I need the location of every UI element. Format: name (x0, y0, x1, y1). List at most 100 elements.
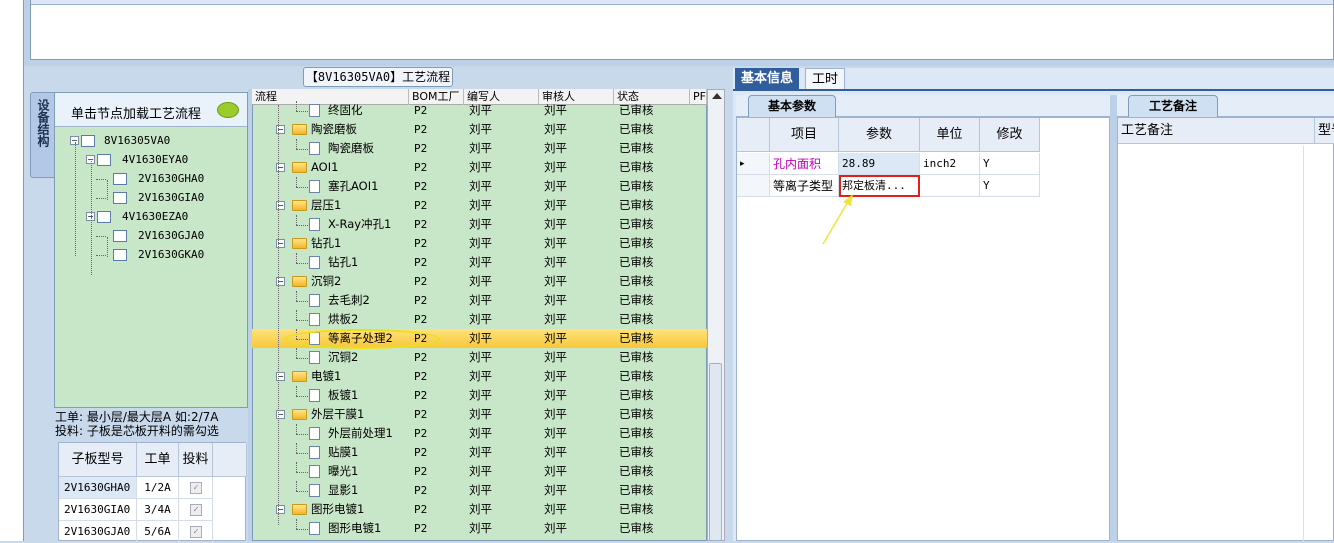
process-reviewer: 刘平 (544, 445, 567, 459)
sub-grid-feed-cell: ✓ (179, 499, 213, 521)
process-row[interactable]: − 沉铜2 P2 刘平 刘平 已审核 (252, 272, 707, 291)
process-name: AOI1 (311, 160, 339, 174)
process-status: 已审核 (619, 483, 654, 497)
params-row-header (737, 118, 770, 152)
process-name: 外层前处理1 (328, 426, 393, 440)
params-header-cell[interactable]: 参数 (839, 118, 920, 152)
sub-grid-order-cell[interactable]: 3/4A (137, 499, 179, 521)
process-reviewer: 刘平 (544, 274, 567, 288)
tree-node-label: 2V1630GIA0 (138, 191, 205, 204)
sub-grid-header[interactable]: 投料 (179, 443, 213, 477)
process-name: 去毛刺2 (328, 293, 370, 307)
tree-connector (296, 177, 297, 187)
param-modify[interactable]: Y (980, 153, 1040, 175)
node-icon (113, 173, 127, 185)
node-icon (97, 211, 111, 223)
document-icon (309, 256, 320, 269)
document-icon (309, 313, 320, 326)
process-status: 已审核 (619, 293, 654, 307)
process-row[interactable]: 曝光1 P2 刘平 刘平 已审核 (252, 462, 707, 481)
process-row[interactable]: − 钻孔1 P2 刘平 刘平 已审核 (252, 234, 707, 253)
param-unit: inch2 (920, 153, 980, 175)
sub-grid-order-cell[interactable]: 5/6A (137, 521, 179, 543)
tree-connector (296, 491, 308, 492)
process-row[interactable]: 陶瓷磨板 P2 刘平 刘平 已审核 (252, 139, 707, 158)
process-row[interactable]: 沉铜2 P2 刘平 刘平 已审核 (252, 348, 707, 367)
sub-grid-model-cell[interactable]: 2V1630GHA0 (59, 477, 137, 499)
tree-connector (96, 255, 106, 256)
process-scrollbar-thumb[interactable] (709, 363, 722, 541)
tree-node[interactable]: 2V1630GJA0 (60, 227, 240, 245)
process-row[interactable]: 贴膜1 P2 刘平 刘平 已审核 (252, 443, 707, 462)
param-value[interactable]: 28.89 (839, 153, 920, 175)
tree-node[interactable]: −8V16305VA0 (60, 132, 240, 150)
tree-node[interactable]: 2V1630GKA0 (60, 246, 240, 264)
process-row[interactable]: 外层前处理1 P2 刘平 刘平 已审核 (252, 424, 707, 443)
tree-connector (296, 348, 297, 358)
process-row[interactable]: X-Ray冲孔1 P2 刘平 刘平 已审核 (252, 215, 707, 234)
tab-basic-params[interactable]: 基本参数 (748, 95, 836, 117)
process-name: 沉铜2 (311, 274, 342, 288)
process-row[interactable]: 显影1 P2 刘平 刘平 已审核 (252, 481, 707, 500)
feed-checkbox[interactable]: ✓ (190, 504, 202, 516)
comment-bubble-icon[interactable] (217, 102, 239, 118)
process-reviewer: 刘平 (544, 483, 567, 497)
process-writer: 刘平 (469, 464, 492, 478)
process-name: 陶瓷磨板 (311, 122, 357, 136)
feed-checkbox[interactable]: ✓ (190, 526, 202, 538)
remarks-scrollbar[interactable] (1303, 146, 1315, 542)
process-row[interactable]: 终固化 P2 刘平 刘平 已审核 (252, 101, 707, 120)
sub-grid-model-cell[interactable]: 2V1630GJA0 (59, 521, 137, 543)
process-row[interactable]: − 陶瓷磨板 P2 刘平 刘平 已审核 (252, 120, 707, 139)
process-row[interactable]: 图形电镀1 P2 刘平 刘平 已审核 (252, 519, 707, 538)
process-writer: 刘平 (469, 502, 492, 516)
sub-grid-header[interactable]: 工单 (137, 443, 179, 477)
process-status: 已审核 (619, 198, 654, 212)
tab-remarks[interactable]: 工艺备注 (1128, 95, 1218, 117)
process-row[interactable]: − 外层干膜1 P2 刘平 刘平 已审核 (252, 405, 707, 424)
info-text: 工单: 最小层/最大层A 如:2/7A 投料: 子板是芯板开料的需勾选 (55, 410, 247, 442)
tab-work-hours[interactable]: 工时 (805, 68, 846, 90)
top-grid (30, 0, 1334, 60)
process-row[interactable]: − 层压1 P2 刘平 刘平 已审核 (252, 196, 707, 215)
tree-node[interactable]: 2V1630GHA0 (60, 170, 240, 188)
process-row[interactable]: 塞孔AOI1 P2 刘平 刘平 已审核 (252, 177, 707, 196)
process-factory: P2 (414, 370, 428, 383)
process-writer: 刘平 (469, 217, 492, 231)
device-structure-tab[interactable]: 设备结构 (30, 92, 54, 178)
process-row[interactable]: 钻孔1 P2 刘平 刘平 已审核 (252, 253, 707, 272)
scroll-up-arrow-icon[interactable] (712, 93, 722, 99)
process-reviewer: 刘平 (544, 388, 567, 402)
feed-checkbox[interactable]: ✓ (190, 482, 202, 494)
process-status: 已审核 (619, 426, 654, 440)
info-line-1: 工单: 最小层/最大层A 如:2/7A (55, 410, 219, 424)
highlight-ellipse (284, 329, 440, 349)
annotation-arrow (822, 194, 853, 245)
tab-basic-info[interactable]: 基本信息 (735, 68, 800, 90)
remarks-grid: 工艺备注 型号 (1117, 117, 1334, 542)
process-status: 已审核 (619, 350, 654, 364)
process-row[interactable]: − 图形电镀1 P2 刘平 刘平 已审核 (252, 500, 707, 519)
process-row[interactable]: 去毛刺2 P2 刘平 刘平 已审核 (252, 291, 707, 310)
tree-node[interactable]: −4V1630EYA0 (60, 151, 240, 169)
sub-grid-model-cell[interactable]: 2V1630GIA0 (59, 499, 137, 521)
tree-node[interactable]: −4V1630EZA0 (60, 208, 240, 226)
process-row[interactable]: − AOI1 P2 刘平 刘平 已审核 (252, 158, 707, 177)
process-status: 已审核 (619, 274, 654, 288)
process-row[interactable]: 烘板2 P2 刘平 刘平 已审核 (252, 310, 707, 329)
params-header-cell[interactable]: 项目 (770, 118, 839, 152)
sub-grid-order-cell[interactable]: 1/2A (137, 477, 179, 499)
process-tab[interactable]: 【8V16305VA0】工艺流程 (303, 67, 453, 87)
right-splitter[interactable] (1110, 95, 1117, 541)
document-icon (309, 180, 320, 193)
process-row[interactable]: − 电镀1 P2 刘平 刘平 已审核 (252, 367, 707, 386)
process-name: 钻孔1 (328, 255, 359, 269)
sub-grid-header-blank (213, 443, 247, 477)
param-modify[interactable]: Y (980, 175, 1040, 197)
sub-grid-header[interactable]: 子板型号 (59, 443, 137, 477)
tree-node[interactable]: 2V1630GIA0 (60, 189, 240, 207)
process-row[interactable]: 板镀1 P2 刘平 刘平 已审核 (252, 386, 707, 405)
folder-icon (292, 371, 307, 382)
params-header-cell[interactable]: 修改 (980, 118, 1040, 152)
params-header-cell[interactable]: 单位 (920, 118, 980, 152)
